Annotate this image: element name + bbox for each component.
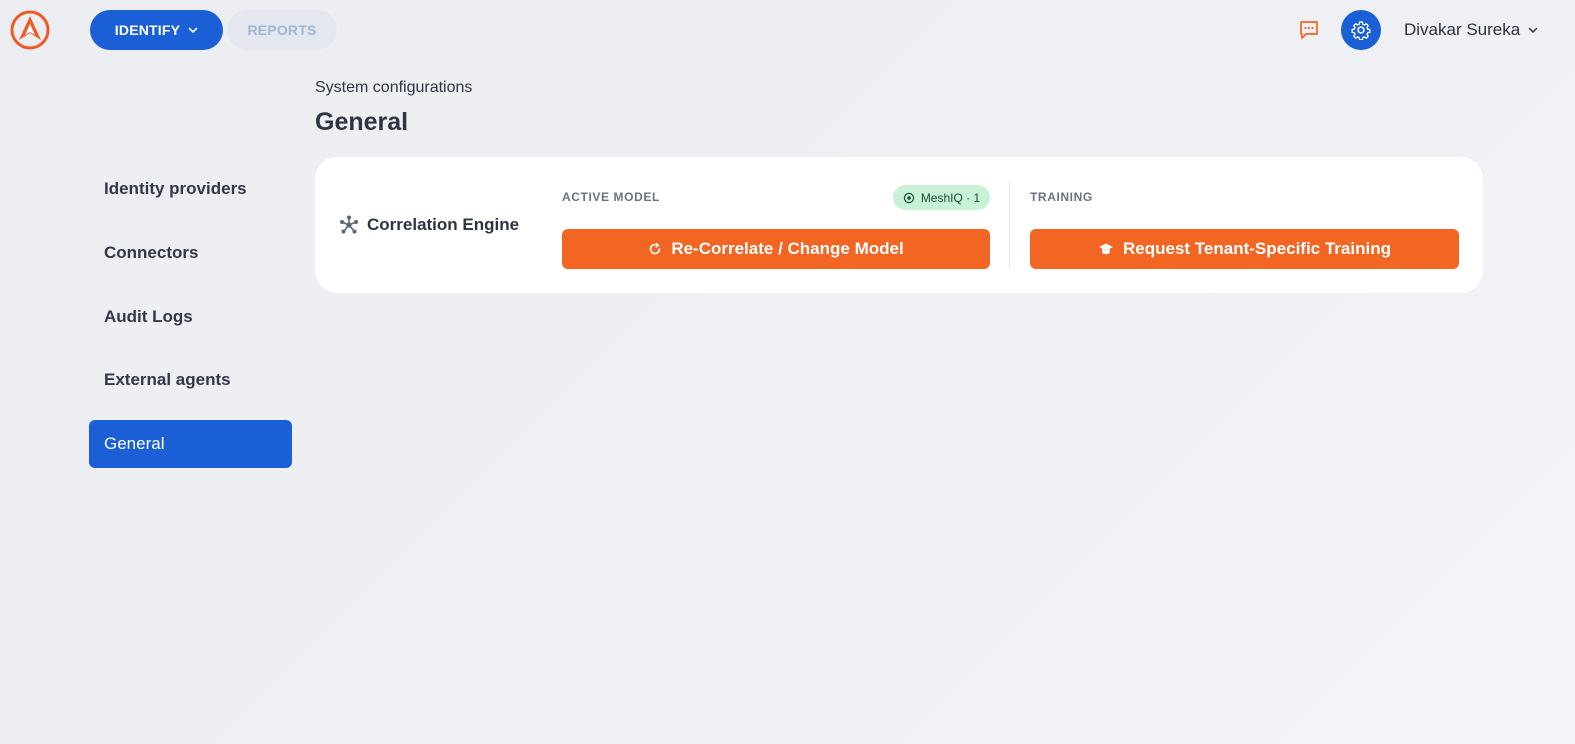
model-badge-text: MeshIQ · 1 — [920, 190, 981, 205]
sidebar-item-connectors[interactable]: Connectors — [89, 229, 292, 277]
sidebar-item-label: External agents — [104, 370, 231, 389]
breadcrumb: System configurations — [315, 79, 473, 96]
graduation-cap-icon — [1099, 243, 1114, 255]
correlation-engine-heading: Correlation Engine — [339, 213, 519, 237]
network-nodes-icon — [340, 215, 358, 234]
settings-button[interactable] — [1341, 10, 1381, 50]
sidebar-item-external-agents[interactable]: External agents — [89, 356, 292, 404]
chip-icon — [903, 192, 915, 203]
sidebar-item-identity-providers[interactable]: Identity providers — [89, 165, 292, 213]
gear-icon — [1351, 21, 1371, 40]
nav-reports-label: REPORTS — [247, 22, 317, 38]
recorrelate-button-label: Re-Correlate / Change Model — [671, 239, 904, 258]
refresh-icon — [650, 242, 661, 255]
request-training-button-label: Request Tenant-Specific Training — [1123, 239, 1391, 258]
model-badge: MeshIQ · 1 — [893, 185, 990, 210]
chevron-down-icon — [1528, 27, 1538, 34]
active-model-label: ACTIVE MODEL — [562, 190, 660, 204]
app-root: IDENTIFY REPORTS Divakar Sureka Identity… — [0, 0, 1575, 744]
chevron-down-icon — [188, 27, 198, 34]
sidebar-item-label: Audit Logs — [104, 307, 193, 326]
recorrelate-button[interactable]: Re-Correlate / Change Model — [562, 229, 990, 269]
nav-identify-label: IDENTIFY — [114, 22, 181, 38]
page-title: General — [315, 108, 409, 136]
user-name: Divakar Sureka — [1404, 20, 1521, 39]
sidebar-item-label: Connectors — [104, 243, 199, 262]
sidebar-item-label: General — [104, 434, 165, 453]
user-menu[interactable]: Divakar Sureka — [1404, 18, 1538, 42]
training-label: TRAINING — [1030, 190, 1093, 204]
sidebar-item-general[interactable]: General — [89, 420, 292, 468]
brand-logo-icon[interactable] — [10, 10, 50, 50]
chat-icon[interactable] — [1298, 19, 1320, 41]
sidebar-item-label: Identity providers — [104, 179, 247, 198]
sidebar-item-audit-logs[interactable]: Audit Logs — [89, 293, 292, 341]
nav-reports-tab[interactable]: REPORTS — [227, 10, 337, 50]
card-divider — [1009, 181, 1010, 269]
correlation-engine-label: Correlation Engine — [367, 215, 520, 234]
correlation-engine-card: Correlation Engine ACTIVE MODEL MeshIQ ·… — [315, 157, 1483, 293]
nav-identify-dropdown[interactable]: IDENTIFY — [90, 10, 223, 50]
request-training-button[interactable]: Request Tenant-Specific Training — [1030, 229, 1459, 269]
